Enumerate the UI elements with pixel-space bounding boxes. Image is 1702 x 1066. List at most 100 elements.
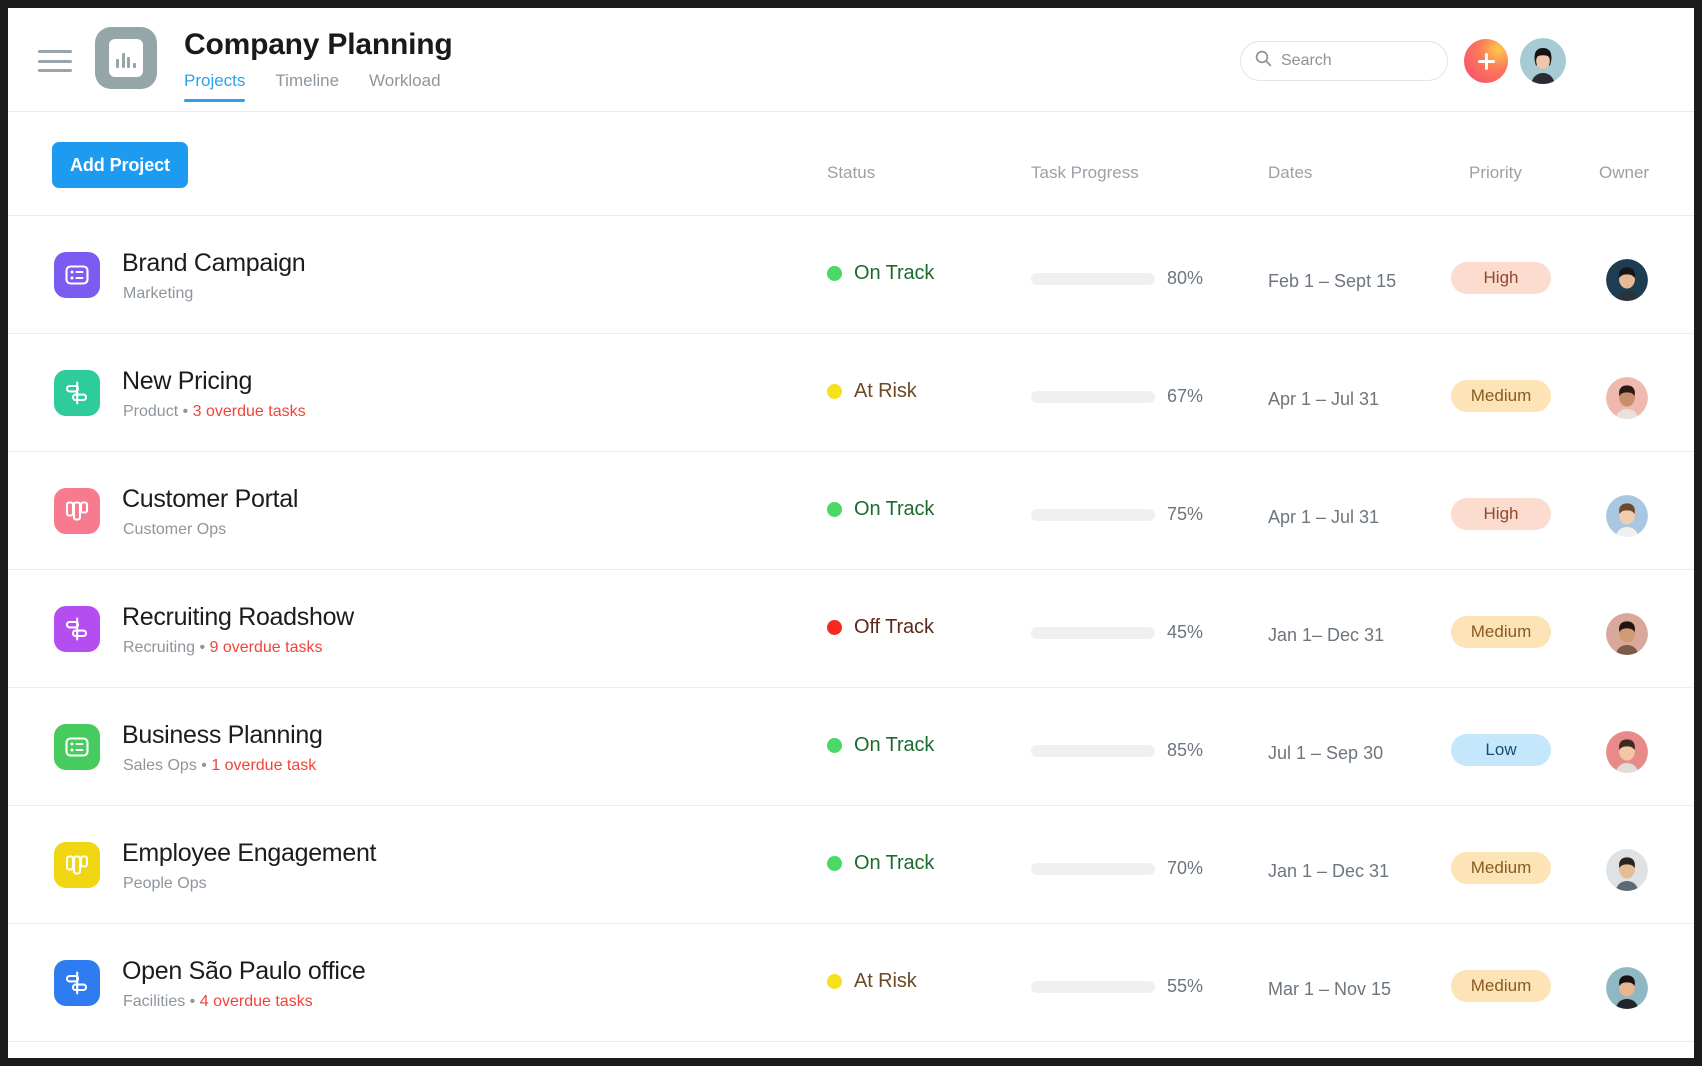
status-badge[interactable]: On Track — [827, 262, 934, 285]
status-badge[interactable]: Off Track — [827, 616, 934, 639]
owner-cell[interactable] — [1606, 613, 1648, 655]
hamburger-bar — [38, 59, 72, 63]
priority-badge: Medium — [1451, 970, 1551, 1002]
task-progress: 45% — [1031, 622, 1203, 643]
overdue-tasks-label: 3 overdue tasks — [192, 403, 306, 420]
avatar — [1606, 259, 1648, 301]
status-dot-icon — [827, 502, 842, 517]
search-box[interactable]: Search — [1240, 41, 1448, 81]
priority-cell[interactable]: High — [1451, 262, 1551, 294]
status-dot-icon — [827, 384, 842, 399]
progress-bar-track — [1031, 390, 1155, 403]
owner-cell[interactable] — [1606, 967, 1648, 1009]
tab-projects[interactable]: Projects — [184, 71, 246, 102]
timeline-icon — [54, 370, 100, 416]
owner-cell[interactable] — [1606, 731, 1648, 773]
progress-percent-label: 75% — [1167, 504, 1204, 524]
project-dates: Jan 1– Dec 31 — [1268, 625, 1385, 645]
avatar — [1606, 613, 1648, 655]
tab-timeline[interactable]: Timeline — [275, 71, 339, 102]
tab-workload[interactable]: Workload — [369, 71, 441, 102]
owner-cell[interactable] — [1606, 849, 1648, 891]
overdue-tasks-label: 9 overdue tasks — [209, 639, 323, 656]
priority-cell[interactable]: Medium — [1451, 380, 1551, 412]
project-dates: Jul 1 – Sep 30 — [1268, 743, 1384, 763]
project-subtitle: Sales Ops • 1 overdue task — [123, 757, 317, 774]
project-dates: Apr 1 – Jul 31 — [1268, 507, 1380, 527]
project-name[interactable]: Business Planning — [122, 720, 323, 750]
plus-icon-vertical — [1484, 52, 1488, 70]
project-subtitle: People Ops — [123, 875, 207, 892]
avatar — [1606, 849, 1648, 891]
table-row[interactable]: New Pricing Product • 3 overdue tasks At R… — [8, 334, 1694, 452]
status-badge[interactable]: At Risk — [827, 970, 917, 993]
status-label: On Track — [854, 734, 935, 756]
status-label: On Track — [854, 498, 935, 520]
avatar — [1606, 377, 1648, 419]
project-subtitle: Facilities • 4 overdue tasks — [123, 993, 313, 1010]
status-label: On Track — [854, 852, 935, 874]
bar-chart-glyph — [109, 39, 143, 77]
progress-percent-label: 85% — [1167, 740, 1204, 760]
table-row[interactable]: Business Planning Sales Ops • 1 overdue t… — [8, 688, 1694, 806]
priority-cell[interactable]: Medium — [1451, 852, 1551, 884]
table-row[interactable]: Customer Portal Customer Ops On Track 75% Ap… — [8, 452, 1694, 570]
status-badge[interactable]: On Track — [827, 734, 934, 757]
table-row[interactable]: Recruiting Roadshow Recruiting • 9 overdu… — [8, 570, 1694, 688]
project-dates: Mar 1 – Nov 15 — [1268, 979, 1392, 999]
owner-cell[interactable] — [1606, 377, 1648, 419]
project-name[interactable]: Employee Engagement — [122, 838, 377, 868]
overdue-tasks-label: 4 overdue tasks — [199, 993, 313, 1010]
project-dates: Apr 1 – Jul 31 — [1268, 389, 1380, 409]
status-dot-icon — [827, 974, 842, 989]
progress-percent-label: 67% — [1167, 386, 1204, 406]
app-header: Company Planning Projects Timeline Workl… — [8, 8, 1694, 112]
column-headers: Status Task Progress Dates Priority Owne… — [8, 112, 1694, 216]
overdue-tasks-label: 1 overdue task — [211, 757, 317, 774]
priority-cell[interactable]: Medium — [1451, 616, 1551, 648]
table-row[interactable]: Employee Engagement People Ops On Track 70%… — [8, 806, 1694, 924]
progress-percent-label: 55% — [1167, 976, 1204, 996]
create-button[interactable] — [1464, 39, 1508, 83]
project-name[interactable]: Brand Campaign — [122, 248, 306, 278]
project-dates: Feb 1 – Sept 15 — [1268, 271, 1397, 291]
priority-cell[interactable]: Low — [1451, 734, 1551, 766]
priority-badge: Medium — [1451, 616, 1551, 648]
project-name[interactable]: Open São Paulo office — [122, 956, 366, 986]
status-label: On Track — [854, 262, 935, 284]
owner-cell[interactable] — [1606, 259, 1648, 301]
priority-cell[interactable]: High — [1451, 498, 1551, 530]
progress-percent-label: 80% — [1167, 268, 1204, 288]
title-block: Company Planning Projects Timeline Workl… — [184, 26, 453, 102]
table-row[interactable]: Open São Paulo office Facilities • 4 over… — [8, 924, 1694, 1042]
avatar[interactable] — [1520, 38, 1566, 84]
column-header-owner: Owner — [1599, 163, 1650, 182]
priority-badge: Medium — [1451, 852, 1551, 884]
project-list: Brand Campaign Marketing On Track 80% Feb 1 … — [8, 216, 1694, 1042]
status-badge[interactable]: On Track — [827, 498, 934, 521]
column-header-priority: Priority — [1469, 163, 1522, 182]
project-dates: Jan 1 – Dec 31 — [1268, 861, 1390, 881]
project-subtitle: Recruiting • 9 overdue tasks — [123, 639, 323, 656]
hamburger-menu-icon[interactable] — [38, 50, 72, 72]
search-input[interactable]: Search — [1281, 52, 1332, 70]
project-name[interactable]: New Pricing — [122, 366, 252, 396]
task-progress: 85% — [1031, 740, 1203, 761]
table-row[interactable]: Brand Campaign Marketing On Track 80% Feb 1 … — [8, 216, 1694, 334]
status-badge[interactable]: On Track — [827, 852, 934, 875]
progress-bar-track — [1031, 272, 1155, 285]
avatar — [1606, 731, 1648, 773]
owner-cell[interactable] — [1606, 495, 1648, 537]
progress-bar-track — [1031, 980, 1155, 993]
priority-cell[interactable]: Medium — [1451, 970, 1551, 1002]
status-badge[interactable]: At Risk — [827, 380, 917, 403]
page-title: Company Planning — [184, 28, 453, 61]
priority-badge: High — [1451, 498, 1551, 530]
progress-bar-track — [1031, 626, 1155, 639]
tab-bar: Projects Timeline Workload — [184, 71, 453, 102]
project-name[interactable]: Recruiting Roadshow — [122, 602, 354, 632]
project-name[interactable]: Customer Portal — [122, 484, 298, 514]
search-icon — [1255, 50, 1272, 72]
project-subtitle: Marketing — [123, 285, 194, 302]
progress-percent-label: 70% — [1167, 858, 1204, 878]
